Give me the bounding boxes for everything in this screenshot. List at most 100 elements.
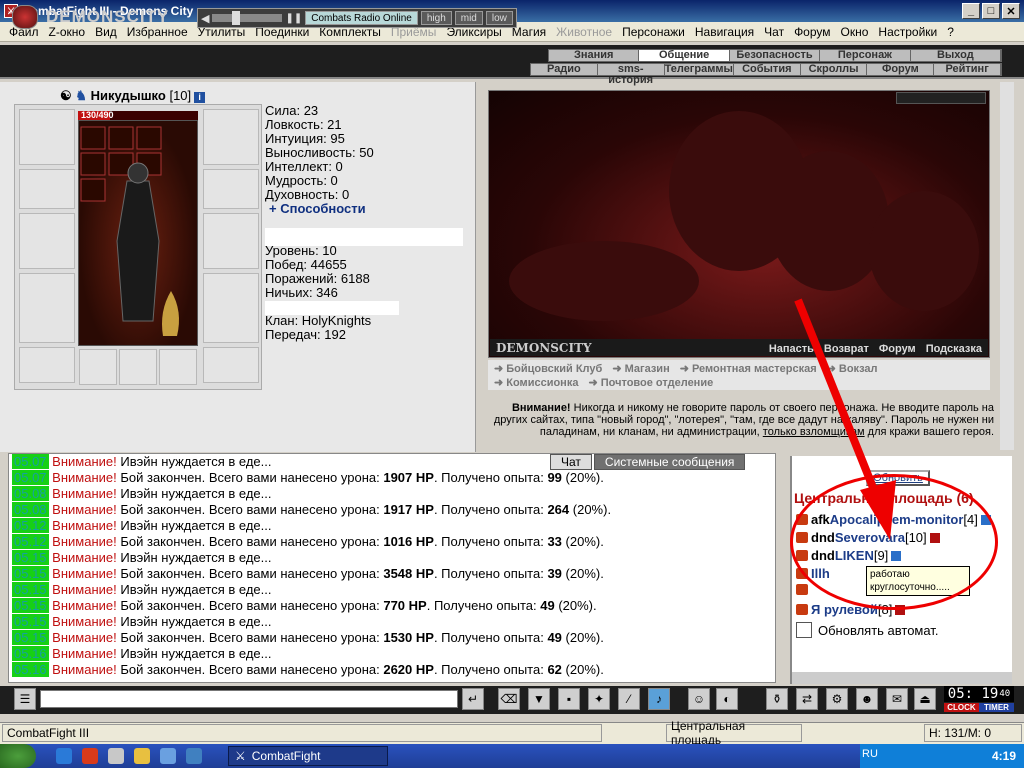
gloves-slot[interactable] xyxy=(203,169,259,209)
chat-mode-icon[interactable]: ◐ xyxy=(716,688,738,710)
main-scrollbar[interactable] xyxy=(1000,82,1014,450)
shield-slot[interactable] xyxy=(203,213,259,269)
close-button[interactable]: ✕ xyxy=(1002,3,1020,19)
user-row[interactable] xyxy=(796,584,811,595)
menu-item[interactable]: Форум xyxy=(789,25,835,39)
leggings-slot[interactable] xyxy=(203,273,259,343)
belt-slot[interactable] xyxy=(19,347,75,383)
transfer-icon[interactable]: ⇄ xyxy=(796,688,818,710)
menu-item[interactable]: ? xyxy=(942,25,959,39)
menu-item[interactable]: Персонажи xyxy=(617,25,690,39)
paint-icon[interactable] xyxy=(134,748,150,764)
info-icon[interactable]: i xyxy=(194,92,206,103)
clear-icon[interactable]: ⌫ xyxy=(498,688,520,710)
amulet-slot[interactable] xyxy=(203,109,259,165)
bracers-slot[interactable] xyxy=(19,169,75,209)
ring-slot-1[interactable] xyxy=(79,349,117,385)
save-icon[interactable]: ▪ xyxy=(558,688,580,710)
nav-sub-item[interactable]: Радио xyxy=(531,64,598,75)
quality-low-button[interactable]: low xyxy=(485,11,513,25)
tab-system-messages[interactable]: Системные сообщения xyxy=(593,454,746,470)
message-time[interactable]: 05.16 xyxy=(12,646,49,661)
armor-slot[interactable] xyxy=(19,273,75,343)
quality-high-button[interactable]: high xyxy=(420,11,452,25)
nav-sub-item[interactable]: Телеграммы xyxy=(665,64,734,75)
volume-slider[interactable] xyxy=(212,11,283,25)
ring-slot-2[interactable] xyxy=(119,349,157,385)
skills-icon[interactable]: ⚙ xyxy=(826,688,848,710)
weapon-slot[interactable] xyxy=(19,213,75,269)
nav-top-item[interactable]: Знания xyxy=(549,50,640,61)
menu-item[interactable]: Окно xyxy=(836,25,874,39)
message-time[interactable]: 05.08 xyxy=(12,502,49,517)
menu-item[interactable]: Навигация xyxy=(690,25,759,39)
location-link[interactable]: ➜ Бойцовский Клуб xyxy=(494,363,602,375)
nav-top-item[interactable]: Безопасность xyxy=(730,50,821,61)
auto-refresh-checkbox[interactable] xyxy=(796,622,812,638)
speaker-icon[interactable]: ◀ xyxy=(201,12,209,25)
nav-sub-item[interactable]: Форум xyxy=(867,64,935,75)
user-action-icon[interactable] xyxy=(796,584,808,595)
message-time[interactable]: 05.15 xyxy=(12,550,49,565)
message-time[interactable]: 05.16 xyxy=(12,662,49,677)
message-time[interactable]: 05.15 xyxy=(12,614,49,629)
media-icon[interactable] xyxy=(82,748,98,764)
character-name[interactable]: Никудышко xyxy=(91,88,166,103)
nav-sub-item[interactable]: Рейтинг xyxy=(934,64,1002,75)
ring-slot-3[interactable] xyxy=(159,349,197,385)
location-link[interactable]: ➜ Магазин xyxy=(612,363,669,375)
smiley-icon[interactable]: ☺ xyxy=(688,688,710,710)
abilities-link[interactable]: + Способности xyxy=(265,202,374,216)
menu-item[interactable]: Настройки xyxy=(873,25,942,39)
nav-sub-item[interactable]: События xyxy=(734,64,801,75)
friends-icon[interactable]: ☻ xyxy=(856,688,878,710)
language-indicator[interactable]: RU xyxy=(862,748,878,760)
mail-icon[interactable]: ✉ xyxy=(886,688,908,710)
message-time[interactable]: 05.15 xyxy=(12,582,49,597)
chat-options-icon[interactable]: ☰ xyxy=(14,688,36,710)
quality-mid-button[interactable]: mid xyxy=(454,11,483,25)
message-time[interactable]: 05.07 xyxy=(12,470,49,485)
minimize-button[interactable]: _ xyxy=(962,3,980,19)
menu-item[interactable]: Чат xyxy=(759,25,789,39)
clock-label[interactable]: CLOCK xyxy=(944,703,979,712)
volume-knob[interactable] xyxy=(232,11,241,25)
scene-link[interactable]: Подсказка xyxy=(926,343,982,355)
start-button[interactable] xyxy=(0,744,36,768)
message-time[interactable]: 05.15 xyxy=(12,630,49,645)
timer-label[interactable]: TIMER xyxy=(979,703,1014,712)
calculator-icon[interactable] xyxy=(108,748,124,764)
message-time[interactable]: 05.12 xyxy=(12,534,49,549)
send-icon[interactable]: ↵ xyxy=(462,688,484,710)
scene-controls[interactable] xyxy=(896,92,986,104)
ie-icon[interactable] xyxy=(56,748,72,764)
radio-station[interactable]: Combats Radio Online xyxy=(305,11,418,25)
pause-icon[interactable]: ❚❚ xyxy=(285,13,302,24)
fight-icon[interactable]: ✦ xyxy=(588,688,610,710)
location-link[interactable]: ➜ Комиссионка xyxy=(494,377,578,389)
boots-slot[interactable] xyxy=(203,347,259,383)
message-time[interactable]: 05.07 xyxy=(12,454,49,469)
message-time[interactable]: 05.08 xyxy=(12,486,49,501)
filter-icon[interactable]: ▼ xyxy=(528,688,550,710)
nav-top-item[interactable]: Общение xyxy=(639,50,730,61)
nav-top-item[interactable]: Персонаж xyxy=(820,50,911,61)
auto-refresh-option[interactable]: Обновлять автомат. xyxy=(796,622,938,638)
message-time[interactable]: 05.12 xyxy=(12,518,49,533)
explorer-icon[interactable] xyxy=(160,748,176,764)
helmet-slot[interactable] xyxy=(19,109,75,165)
location-scene[interactable] xyxy=(488,90,990,358)
desktop-icon[interactable] xyxy=(186,748,202,764)
location-link[interactable]: ➜ Почтовое отделение xyxy=(588,377,713,389)
nav-sub-item[interactable]: sms-история xyxy=(598,64,665,86)
inventory-icon[interactable]: ⚱ xyxy=(766,688,788,710)
user-action-icon[interactable] xyxy=(796,604,808,615)
exit-icon[interactable]: ⏏ xyxy=(914,688,936,710)
chat-message-input[interactable] xyxy=(40,690,458,708)
taskbar-combatfight[interactable]: ⚔ CombatFight xyxy=(228,746,388,766)
maximize-button[interactable]: □ xyxy=(982,3,1000,19)
message-time[interactable]: 05.15 xyxy=(12,598,49,613)
private-icon[interactable]: ⁄ xyxy=(618,688,640,710)
tab-chat[interactable]: Чат xyxy=(550,454,592,470)
tray-time[interactable]: 4:19 xyxy=(992,749,1016,763)
